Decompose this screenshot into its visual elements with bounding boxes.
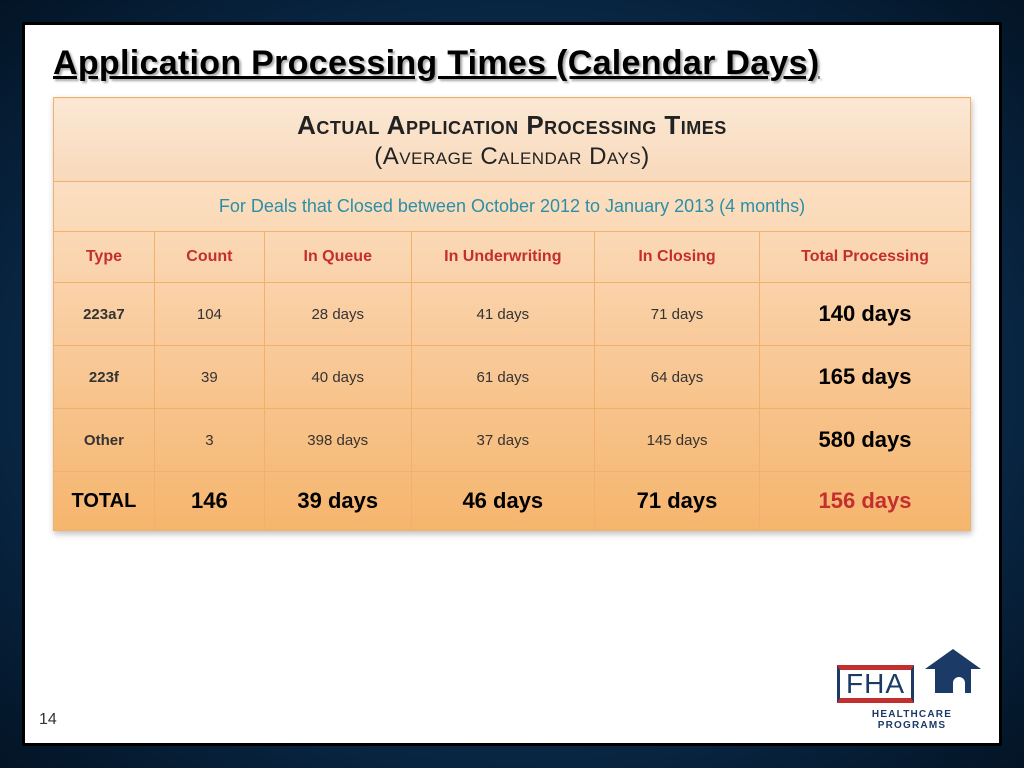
cell-under: 37 days: [411, 409, 594, 472]
table-title-1: Actual Application Processing Times: [62, 110, 962, 141]
table-title-row: Actual Application Processing Times (Ave…: [54, 98, 971, 182]
processing-table: Actual Application Processing Times (Ave…: [53, 97, 971, 531]
table-row: 223a7 104 28 days 41 days 71 days 140 da…: [54, 283, 971, 346]
table-subheader: For Deals that Closed between October 20…: [54, 182, 971, 232]
page-number: 14: [39, 711, 57, 729]
cell-close: 71 days: [595, 472, 760, 531]
col-close: In Closing: [595, 232, 760, 283]
cell-count: 3: [154, 409, 264, 472]
table-row: 223f 39 40 days 61 days 64 days 165 days: [54, 346, 971, 409]
table-total-row: TOTAL 146 39 days 46 days 71 days 156 da…: [54, 472, 971, 531]
cell-count: 39: [154, 346, 264, 409]
col-count: Count: [154, 232, 264, 283]
cell-total: 165 days: [760, 346, 971, 409]
col-queue: In Queue: [264, 232, 411, 283]
cell-queue: 28 days: [264, 283, 411, 346]
col-total: Total Processing: [760, 232, 971, 283]
fha-acronym-box: FHA: [837, 665, 914, 703]
cell-queue: 40 days: [264, 346, 411, 409]
cell-total: 140 days: [760, 283, 971, 346]
cell-type: Other: [54, 409, 155, 472]
table-row: Other 3 398 days 37 days 145 days 580 da…: [54, 409, 971, 472]
fha-logo: FHA HEALTHCARE PROGRAMS: [837, 649, 987, 731]
col-type: Type: [54, 232, 155, 283]
slide: Application Processing Times (Calendar D…: [22, 22, 1002, 746]
cell-queue: 39 days: [264, 472, 411, 531]
cell-count: 104: [154, 283, 264, 346]
table-subheader-row: For Deals that Closed between October 20…: [54, 182, 971, 232]
cell-type: 223f: [54, 346, 155, 409]
col-under: In Underwriting: [411, 232, 594, 283]
column-header-row: Type Count In Queue In Underwriting In C…: [54, 232, 971, 283]
cell-close: 64 days: [595, 346, 760, 409]
table-title-2: (Average Calendar Days): [62, 143, 962, 171]
house-icon: [925, 649, 981, 695]
cell-queue: 398 days: [264, 409, 411, 472]
fha-subtitle: HEALTHCARE PROGRAMS: [837, 709, 987, 731]
cell-total: 156 days: [760, 472, 971, 531]
cell-under: 46 days: [411, 472, 594, 531]
fha-acronym: FHA: [846, 670, 905, 698]
cell-close: 71 days: [595, 283, 760, 346]
cell-close: 145 days: [595, 409, 760, 472]
cell-total: 580 days: [760, 409, 971, 472]
cell-under: 41 days: [411, 283, 594, 346]
cell-type: 223a7: [54, 283, 155, 346]
cell-under: 61 days: [411, 346, 594, 409]
cell-type: TOTAL: [54, 472, 155, 531]
cell-count: 146: [154, 472, 264, 531]
slide-title: Application Processing Times (Calendar D…: [53, 43, 971, 83]
